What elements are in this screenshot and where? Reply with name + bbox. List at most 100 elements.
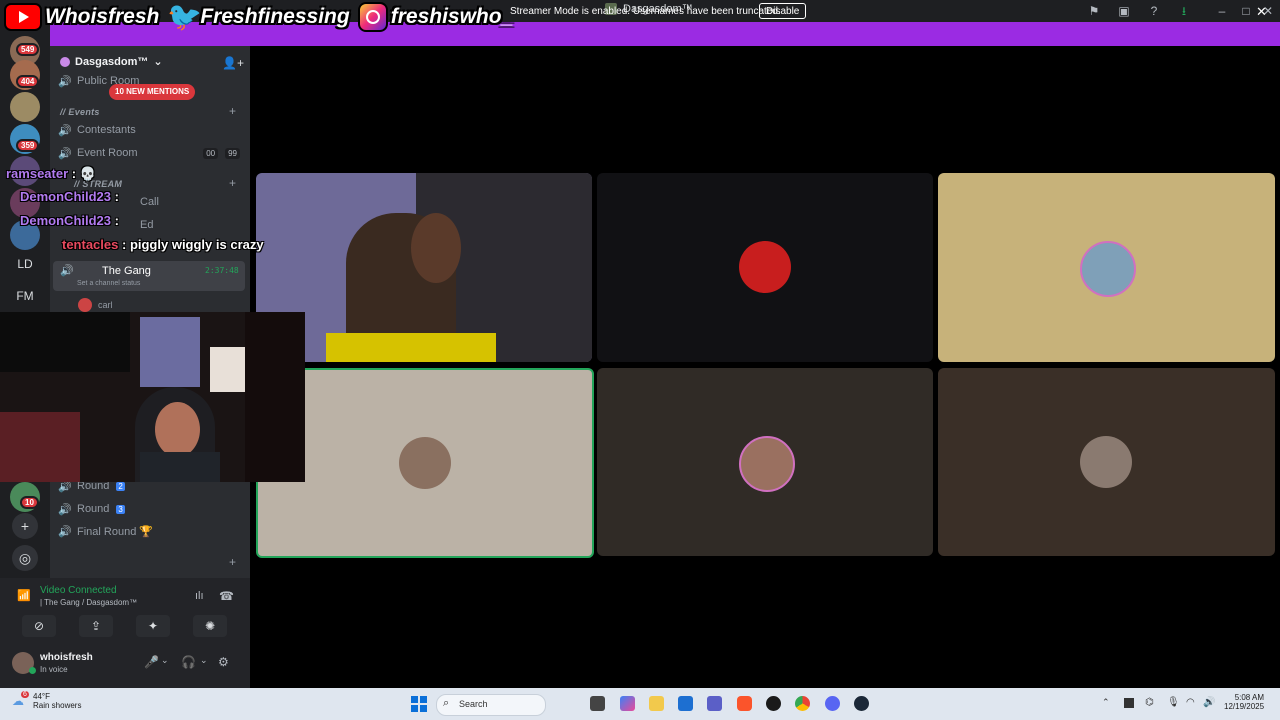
video-tile[interactable] — [256, 173, 592, 362]
speaker-icon: 🔊 — [58, 147, 72, 160]
microphone-icon[interactable]: 🎙 — [1167, 697, 1180, 708]
instagram-icon — [357, 2, 388, 32]
camera-toggle-button[interactable]: ⊘ — [22, 615, 56, 637]
streamer-mode-text: Streamer Mode is enabled. Usernames have… — [510, 6, 781, 17]
teams-icon[interactable] — [707, 696, 722, 711]
store-icon[interactable] — [678, 696, 693, 711]
disable-streamer-mode-button[interactable]: Disable — [759, 3, 807, 19]
create-channel-icon[interactable]: + — [229, 555, 236, 569]
noise-suppression-icon[interactable]: ılı — [195, 590, 204, 602]
brave-browser-icon[interactable] — [737, 696, 752, 711]
speaker-icon: 🔊 — [58, 525, 72, 538]
chat-message: DemonChild23 : — [20, 213, 119, 228]
microphone-icon[interactable]: 🎤 — [144, 655, 159, 669]
speaker-active-icon: 🔊 — [60, 265, 74, 277]
system-clock[interactable]: 5:08 AM 12/19/2025 — [1224, 693, 1264, 711]
create-channel-icon[interactable]: + — [229, 176, 236, 190]
chevron-up-icon[interactable]: ⌃ — [1102, 697, 1110, 708]
online-status-icon — [29, 667, 36, 674]
inbox-icon[interactable]: ⚑ — [1086, 3, 1102, 19]
download-icon[interactable]: ⭳ — [1176, 3, 1192, 19]
activities-button[interactable]: ✦ — [136, 615, 170, 637]
voice-location[interactable]: | The Gang / Dasgasdom™ — [40, 598, 137, 607]
volume-icon[interactable]: 🔊 — [1203, 697, 1215, 708]
network-icon[interactable]: ⌬ — [1145, 697, 1154, 708]
chat-message: ramseater : 💀 — [6, 166, 96, 181]
new-mentions-pill[interactable]: 10 NEW MENTIONS — [109, 84, 196, 100]
folder-fm[interactable]: FM — [9, 289, 41, 309]
folder-ld[interactable]: LD — [9, 257, 41, 277]
search-icon: ⌕ — [443, 697, 450, 709]
app-icon[interactable] — [766, 696, 781, 711]
tray-app-icon[interactable] — [1124, 698, 1134, 708]
social-handles-overlay: Whoisfresh 🐦 Freshfinessing freshiswho_ — [0, 0, 513, 34]
soundboard-button[interactable]: ✺ — [193, 615, 227, 637]
twitter-handle: 🐦 Freshfinessing — [167, 1, 350, 32]
server-header[interactable]: Dasgasdom™ ⌄ — [60, 55, 163, 68]
channel-stream-call[interactable]: Call — [140, 193, 159, 211]
add-server-button[interactable]: + — [12, 513, 38, 539]
screen-share-icon[interactable]: ▣ — [1116, 3, 1132, 19]
voice-member[interactable]: carl — [78, 298, 113, 312]
chat-message: tentacles : piggly wiggly is crazy — [62, 237, 264, 252]
chevron-down-icon[interactable]: ⌄ — [161, 655, 169, 666]
video-tile-speaking[interactable] — [256, 368, 594, 558]
file-explorer-icon[interactable] — [649, 696, 664, 711]
channel-spectator[interactable]: Ed — [140, 216, 153, 234]
video-tile[interactable] — [597, 173, 933, 362]
create-channel-icon[interactable]: + — [229, 104, 236, 118]
video-tile[interactable] — [938, 173, 1275, 362]
invite-people-icon[interactable]: 👤+ — [222, 56, 244, 70]
headphones-icon[interactable]: 🎧 — [181, 655, 196, 669]
avatar — [78, 298, 92, 312]
channel-contestants[interactable]: 🔊 Contestants — [58, 121, 136, 139]
settings-gear-icon[interactable]: ⚙ — [218, 655, 229, 669]
channel-round-3[interactable]: 🔊 Round 3 — [58, 500, 125, 518]
task-view-icon[interactable] — [590, 696, 605, 711]
close-banner-icon[interactable]: ✕ — [1256, 4, 1267, 20]
youtube-handle: Whoisfresh — [0, 3, 159, 31]
twitter-icon: 🐦 — [167, 1, 203, 32]
call-duration: 2:37:48 — [205, 266, 239, 275]
search-placeholder: Search — [459, 699, 488, 709]
disconnect-icon[interactable]: ☎ — [219, 589, 234, 603]
chevron-down-icon: ⌄ — [153, 56, 163, 68]
discord-icon[interactable] — [825, 696, 840, 711]
instagram-handle: freshiswho_ — [354, 2, 513, 32]
voice-status[interactable]: Video Connected — [40, 585, 117, 596]
channel-final-round[interactable]: 🔊 Final Round 🏆 — [58, 522, 153, 540]
windows-start-icon[interactable] — [411, 696, 427, 712]
chrome-icon[interactable] — [795, 696, 810, 711]
speaker-icon: 🔊 — [58, 75, 72, 88]
windows-taskbar — [0, 688, 1280, 720]
server-glyph-icon — [60, 56, 70, 67]
explore-servers-button[interactable]: ◎ — [12, 545, 38, 571]
weather-badge: 6 — [21, 691, 29, 698]
username[interactable]: whoisfresh — [40, 652, 93, 663]
steam-icon[interactable] — [854, 696, 869, 711]
screen-share-button[interactable]: ⇪ — [79, 615, 113, 637]
help-icon[interactable]: ? — [1146, 3, 1162, 19]
user-count: 00 — [203, 147, 219, 159]
server-avatar[interactable] — [10, 92, 40, 122]
mention-badge: 404 — [16, 75, 40, 88]
youtube-icon — [4, 3, 42, 31]
copilot-icon[interactable] — [620, 696, 635, 711]
channel-event-room[interactable]: 🔊 Event Room 00 99 — [58, 144, 240, 162]
category-events[interactable]: // Events — [60, 107, 100, 117]
user-limit: 99 — [225, 147, 240, 159]
speaker-icon: 🔊 — [58, 503, 72, 516]
weather-widget[interactable]: 44°F Rain showers — [33, 692, 81, 710]
minimize-button[interactable]: – — [1214, 3, 1230, 19]
taskbar-search[interactable] — [436, 694, 546, 716]
mention-badge: 10 — [20, 496, 39, 509]
avatar — [399, 437, 451, 489]
maximize-button[interactable]: □ — [1238, 3, 1254, 19]
avatar — [739, 241, 791, 293]
video-tile[interactable] — [938, 368, 1275, 556]
channel-status-prompt[interactable]: Set a channel status — [77, 280, 140, 287]
video-tile[interactable] — [597, 368, 933, 556]
chevron-down-icon[interactable]: ⌄ — [200, 655, 208, 666]
avatar — [1080, 436, 1132, 488]
wifi-icon[interactable]: ◠ — [1186, 697, 1195, 708]
